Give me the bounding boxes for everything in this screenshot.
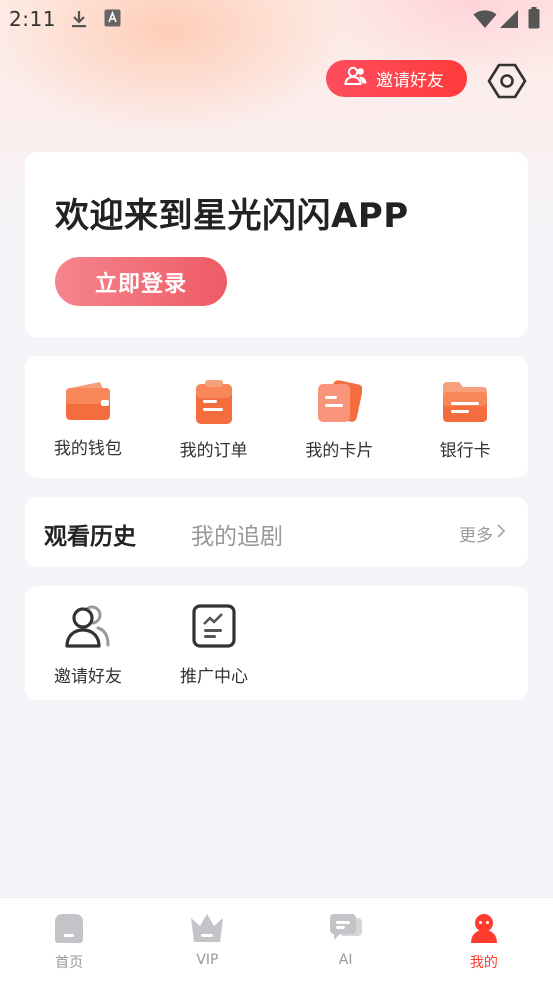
tool-label: 邀请好友 bbox=[54, 667, 122, 687]
tools-card: 邀请好友 推广中心 bbox=[25, 586, 528, 700]
more-link[interactable]: 更多 bbox=[459, 521, 506, 546]
quick-action-label: 银行卡 bbox=[439, 441, 491, 461]
welcome-title: 欢迎来到星光闪闪APP bbox=[55, 196, 409, 236]
order-icon bbox=[194, 380, 234, 428]
invite-friends-icon bbox=[65, 604, 111, 652]
tab-label: VIP bbox=[196, 952, 219, 968]
quick-actions-card: 我的钱包 我的订单 我的卡片 银行卡 bbox=[25, 356, 528, 478]
card-icon bbox=[316, 380, 364, 428]
battery-icon bbox=[528, 7, 540, 33]
settings-button[interactable] bbox=[487, 61, 527, 101]
tab-my-series[interactable]: 我的追剧 bbox=[191, 517, 283, 551]
profile-icon bbox=[468, 912, 500, 948]
quick-action-orders[interactable]: 我的订单 bbox=[151, 356, 277, 478]
quick-action-label: 我的钱包 bbox=[53, 439, 122, 459]
tool-label: 推广中心 bbox=[180, 667, 248, 687]
tab-label: 首页 bbox=[55, 955, 84, 971]
signal-icon bbox=[500, 9, 519, 33]
quick-action-label: 我的订单 bbox=[179, 441, 248, 461]
quick-action-label: 我的卡片 bbox=[305, 441, 374, 461]
tab-label: 我的 bbox=[469, 955, 498, 971]
bank-card-icon bbox=[441, 380, 489, 428]
chevron-right-icon bbox=[493, 523, 506, 544]
quick-action-bank-card[interactable]: 银行卡 bbox=[402, 356, 528, 478]
promotion-center-icon bbox=[192, 604, 236, 652]
wifi-icon bbox=[473, 9, 497, 33]
chat-icon bbox=[328, 912, 364, 948]
crown-icon bbox=[189, 912, 225, 948]
tab-label: AI bbox=[338, 952, 353, 968]
home-icon bbox=[52, 912, 86, 948]
watch-history-card: 观看历史 我的追剧 更多 bbox=[25, 497, 528, 567]
tab-home[interactable]: 首页 bbox=[0, 898, 138, 984]
tool-promotion-center[interactable]: 推广中心 bbox=[171, 604, 257, 687]
tab-ai[interactable]: AI bbox=[277, 898, 415, 984]
login-button[interactable]: 立即登录 bbox=[55, 257, 227, 306]
wallet-icon bbox=[65, 380, 111, 426]
quick-action-cards[interactable]: 我的卡片 bbox=[277, 356, 403, 478]
tab-mine[interactable]: 我的 bbox=[415, 898, 553, 984]
welcome-card: 欢迎来到星光闪闪APP 立即登录 bbox=[25, 152, 528, 337]
status-time: 2:11 bbox=[9, 7, 56, 31]
tab-vip[interactable]: VIP bbox=[138, 898, 276, 984]
quick-action-wallet[interactable]: 我的钱包 bbox=[25, 356, 151, 478]
status-bar: 2:11 bbox=[0, 0, 553, 38]
users-icon bbox=[344, 66, 376, 91]
tool-invite-friends[interactable]: 邀请好友 bbox=[45, 604, 131, 687]
invite-friends-label: 邀请好友 bbox=[376, 71, 444, 91]
text-notification-icon bbox=[104, 9, 121, 31]
bottom-tab-bar: 首页 VIP AI 我的 bbox=[0, 897, 553, 984]
download-icon bbox=[70, 9, 88, 33]
more-label: 更多 bbox=[459, 526, 493, 546]
tab-watch-history[interactable]: 观看历史 bbox=[44, 517, 136, 551]
invite-friends-button[interactable]: 邀请好友 bbox=[326, 60, 467, 97]
settings-hexagon-icon bbox=[487, 63, 527, 105]
